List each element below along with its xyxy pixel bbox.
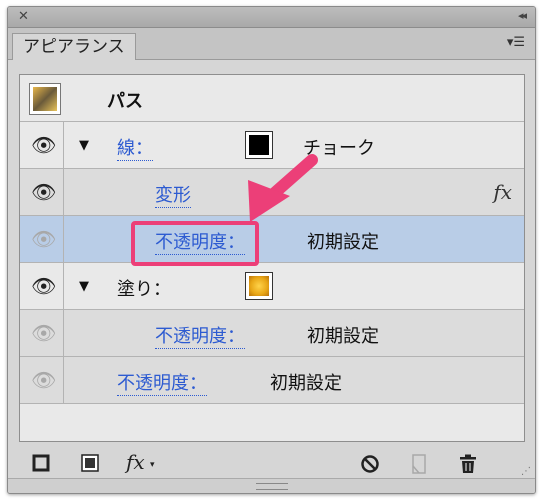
callout-arrow-icon bbox=[248, 154, 318, 222]
